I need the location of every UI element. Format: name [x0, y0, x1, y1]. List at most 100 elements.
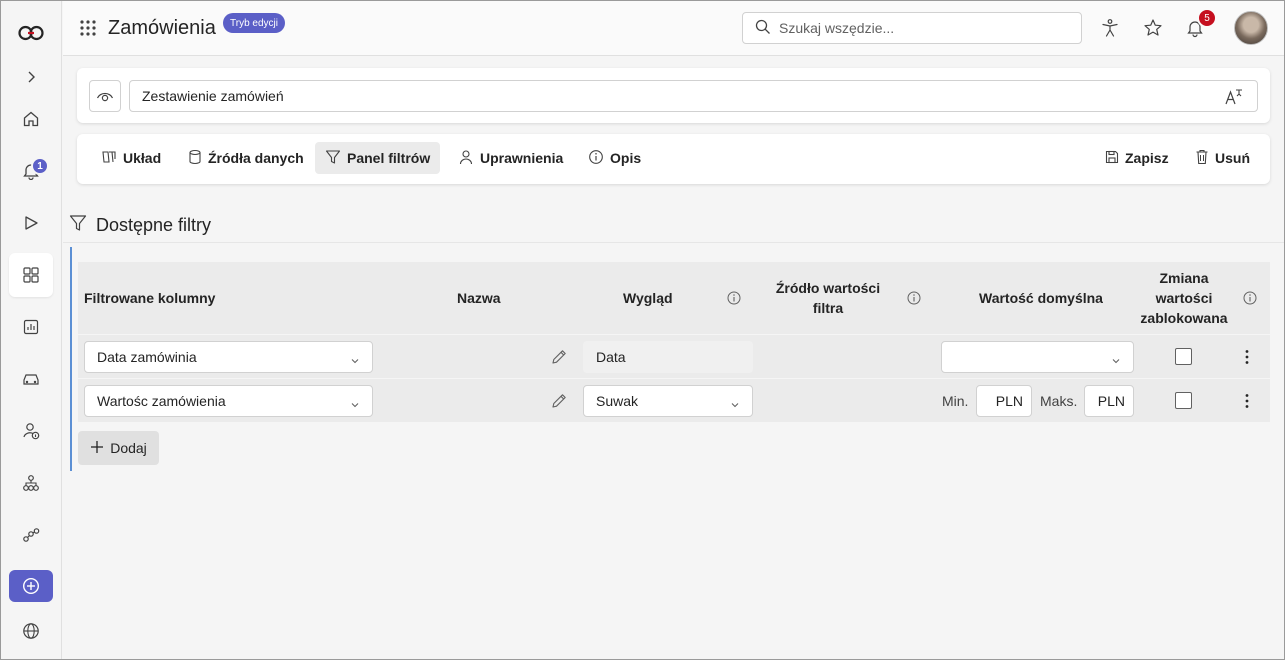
tab-data-sources[interactable]: Źródła danych: [178, 142, 314, 174]
vehicle-icon[interactable]: [9, 357, 53, 401]
tab-filter-panel-label: Panel filtrów: [347, 150, 431, 166]
col-filtered-columns: Filtrowane kolumny: [84, 290, 216, 306]
min-value-text: PLN: [995, 393, 1023, 409]
play-icon[interactable]: [9, 201, 53, 245]
chevron-down-icon: [350, 353, 360, 369]
expand-chevron-icon[interactable]: [9, 55, 53, 99]
tab-filter-panel[interactable]: Panel filtrów: [315, 142, 441, 174]
tab-data-sources-label: Źródła danych: [208, 150, 304, 166]
edit-name-pencil-icon[interactable]: [550, 392, 568, 413]
col-filter-source-line2: filtra: [812, 300, 844, 316]
trash-icon: [1195, 149, 1209, 168]
col-filter-source-line1: Źródło wartości: [775, 280, 881, 296]
col-locked-line2: wartości: [1155, 290, 1213, 306]
max-label: Maks.: [1040, 393, 1078, 409]
flow-icon[interactable]: [9, 513, 53, 557]
user-avatar[interactable]: [1234, 11, 1268, 45]
report-chart-icon[interactable]: [9, 305, 53, 349]
source-info-icon[interactable]: [907, 291, 921, 308]
save-button-label: Zapisz: [1125, 150, 1169, 166]
chevron-down-icon: [730, 397, 740, 413]
add-filter-button[interactable]: Dodaj: [78, 431, 159, 465]
tab-layout[interactable]: Układ: [91, 142, 171, 174]
tab-permissions[interactable]: Uprawnienia: [448, 142, 573, 174]
translate-icon[interactable]: [1223, 87, 1243, 110]
appearance-info-icon[interactable]: [727, 291, 741, 308]
col-filter-source: Źródło wartości filtra: [764, 278, 892, 318]
default-value-select[interactable]: [941, 341, 1134, 373]
appearance-value: Suwak: [596, 393, 639, 409]
appearance-value: Data: [596, 349, 626, 365]
left-rail: 1: [1, 1, 62, 659]
report-name-card: Zestawienie zamówień: [77, 68, 1270, 123]
col-default-value: Wartość domyślna: [979, 290, 1103, 306]
home-icon[interactable]: [9, 97, 53, 141]
apps-grid-icon[interactable]: [9, 253, 53, 297]
visibility-eye-button[interactable]: [89, 80, 121, 112]
max-value-input[interactable]: PLN: [1084, 385, 1134, 417]
report-name-field[interactable]: Zestawienie zamówień: [129, 80, 1258, 112]
rail-notification-badge: 1: [31, 157, 49, 175]
col-appearance: Wygląd: [623, 290, 673, 306]
min-label: Min.: [942, 393, 969, 409]
table-row: Data zamówinia Data: [78, 334, 1270, 378]
chevron-down-icon: [1111, 353, 1121, 369]
notification-count-badge: 5: [1197, 8, 1217, 28]
save-button[interactable]: Zapisz: [1095, 142, 1179, 174]
layout-icon: [101, 149, 117, 168]
plus-icon: [90, 440, 104, 457]
add-new-icon[interactable]: [9, 570, 53, 602]
rail-notifications-icon[interactable]: 1: [9, 149, 53, 193]
column-select-value: Wartośc zamówienia: [97, 393, 226, 409]
add-filter-label: Dodaj: [110, 440, 147, 456]
editor-toolbar: Układ Źródła danych Panel filtrów Uprawn…: [77, 134, 1270, 184]
section-header: Dostępne filtry: [69, 214, 211, 237]
search-input[interactable]: [779, 20, 1069, 36]
tab-description-label: Opis: [610, 150, 642, 166]
app-launcher-icon[interactable]: [79, 19, 97, 37]
logo-icon[interactable]: [9, 11, 53, 55]
column-select-value: Data zamówinia: [97, 349, 197, 365]
filters-table: Filtrowane kolumny Nazwa Wygląd Źródło w…: [78, 262, 1270, 422]
edit-name-pencil-icon[interactable]: [550, 348, 568, 369]
appearance-readonly: Data: [583, 341, 753, 373]
section-title: Dostępne filtry: [96, 215, 212, 235]
report-name-value: Zestawienie zamówień: [142, 88, 284, 104]
table-header: Filtrowane kolumny Nazwa Wygląd Źródło w…: [78, 262, 1270, 334]
user-info-icon[interactable]: [9, 409, 53, 453]
search-icon: [755, 19, 771, 38]
more-options-icon[interactable]: [1244, 349, 1250, 368]
locked-checkbox[interactable]: [1175, 392, 1192, 409]
max-value-text: PLN: [1097, 393, 1125, 409]
tab-description[interactable]: Opis: [578, 142, 651, 174]
appearance-select[interactable]: Suwak: [583, 385, 753, 417]
locked-info-icon[interactable]: [1243, 291, 1257, 308]
filter-icon: [69, 214, 87, 237]
locked-checkbox[interactable]: [1175, 348, 1192, 365]
app-title: Zamówienia: [108, 17, 216, 39]
column-select[interactable]: Wartośc zamówienia: [84, 385, 373, 417]
favorites-star-icon[interactable]: [1140, 15, 1166, 41]
info-icon: [588, 149, 604, 168]
globe-icon[interactable]: [9, 609, 53, 653]
filter-icon: [325, 149, 341, 168]
hierarchy-icon[interactable]: [9, 461, 53, 505]
tab-layout-label: Układ: [123, 150, 162, 166]
chevron-down-icon: [350, 397, 360, 413]
col-locked-line3: zablokowana: [1140, 310, 1228, 326]
delete-button[interactable]: Usuń: [1185, 142, 1260, 174]
min-value-input[interactable]: PLN: [976, 385, 1032, 417]
global-search[interactable]: [742, 12, 1082, 44]
accessibility-icon[interactable]: [1097, 15, 1123, 41]
section-divider: [63, 242, 1284, 243]
table-row: Wartośc zamówienia Suwak Min. PLN Maks. …: [78, 378, 1270, 422]
more-options-icon[interactable]: [1244, 393, 1250, 412]
col-name: Nazwa: [457, 290, 501, 306]
col-locked-line1: Zmiana: [1159, 270, 1209, 286]
database-icon: [188, 149, 202, 168]
tab-permissions-label: Uprawnienia: [480, 150, 564, 166]
section-accent-bar: [70, 247, 72, 471]
edit-mode-badge: Tryb edycji: [223, 13, 285, 33]
col-locked-change: Zmiana wartości zablokowana: [1134, 268, 1234, 328]
column-select[interactable]: Data zamówinia: [84, 341, 373, 373]
